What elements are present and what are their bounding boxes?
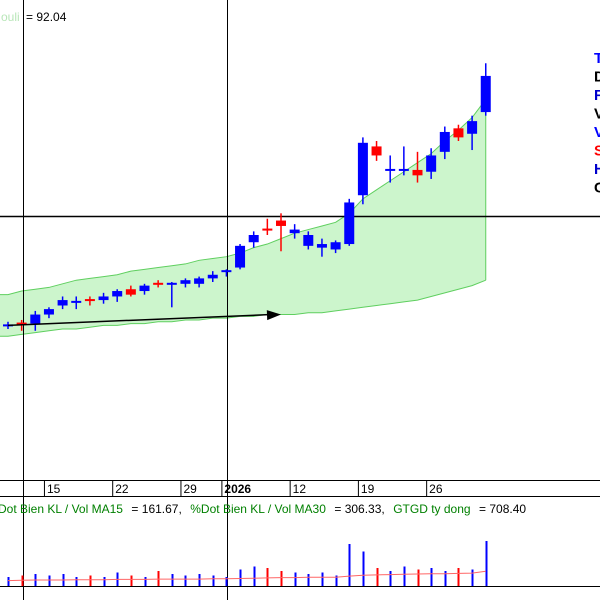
candle-body (398, 168, 409, 171)
candle (344, 198, 355, 246)
x-tick-label: 15 (47, 482, 61, 496)
indicator-1-value: = 161.67, (131, 502, 181, 516)
candle-body (316, 244, 327, 248)
indicator-text-line: Dot Bien KL / Vol MA15 = 161.67, %Dot Bi… (0, 500, 526, 517)
legend-partial-letter: V (594, 106, 600, 123)
candle-body (221, 270, 232, 273)
candle-body (153, 282, 164, 285)
x-tick-label: 2026 (224, 482, 251, 496)
candle (235, 244, 246, 270)
candle-body (426, 155, 437, 172)
candle-body (71, 300, 82, 303)
candle-body (344, 202, 355, 245)
candle-body (98, 296, 109, 301)
candle-body (84, 299, 95, 302)
indicator-2-label: %Dot Bien KL / Vol MA30 (190, 502, 326, 516)
candle-body (371, 146, 382, 156)
candle-body (235, 245, 246, 268)
candle-body (412, 169, 423, 176)
legend-partial-letter: T (594, 50, 600, 67)
candle-body (439, 131, 450, 152)
candle-body (125, 289, 136, 295)
indicator-3-label: GTGD ty dong (393, 502, 470, 516)
legend-partial-letter: F (594, 87, 600, 104)
candle-body (453, 128, 464, 138)
candle-body (248, 235, 259, 243)
legend-partial-letter: D (594, 69, 600, 86)
candle-body (262, 228, 273, 231)
candle-body (57, 300, 68, 306)
price-line-label-prefix: ouli (1, 10, 20, 24)
candle-body (194, 278, 205, 284)
x-tick-label: 12 (293, 482, 307, 496)
candle-body (330, 242, 341, 250)
candle-body (385, 168, 396, 171)
candle-body (289, 229, 300, 234)
candle-body (30, 314, 41, 324)
candle-body (357, 142, 368, 196)
candle-body (180, 280, 191, 284)
legend-partial-letter: H (594, 161, 600, 178)
indicator-3-value: = 708.40 (479, 502, 526, 516)
candle-body (166, 282, 177, 285)
legend-partial-letter: S (594, 143, 600, 160)
x-tick-label: 19 (361, 482, 375, 496)
indicator-1-label: Dot Bien KL / Vol MA15 (0, 502, 123, 516)
candle-body (467, 121, 478, 134)
candle-body (480, 75, 491, 113)
indicator-2-value: = 306.33, (334, 502, 384, 516)
legend-partial-letter: V (594, 124, 600, 141)
legend-partial-letter: C (594, 180, 600, 197)
x-tick-label: 22 (115, 482, 129, 496)
candle-body (43, 309, 54, 315)
x-tick-label: 29 (183, 482, 197, 496)
candle-body (112, 291, 123, 297)
candle-body (276, 220, 286, 226)
candle (357, 137, 368, 205)
candlestick-chart: 15 22 29 2026 12 19 26 ouli = 92.04 TDFVVSHC D… (0, 0, 600, 600)
candle-body (207, 274, 218, 279)
candle-body (139, 285, 150, 292)
candle-body (303, 235, 314, 246)
price-line-label-value: = 92.04 (26, 10, 67, 24)
legend-partial: TDFVVSHC (594, 50, 600, 197)
x-tick-label: 26 (429, 482, 443, 496)
